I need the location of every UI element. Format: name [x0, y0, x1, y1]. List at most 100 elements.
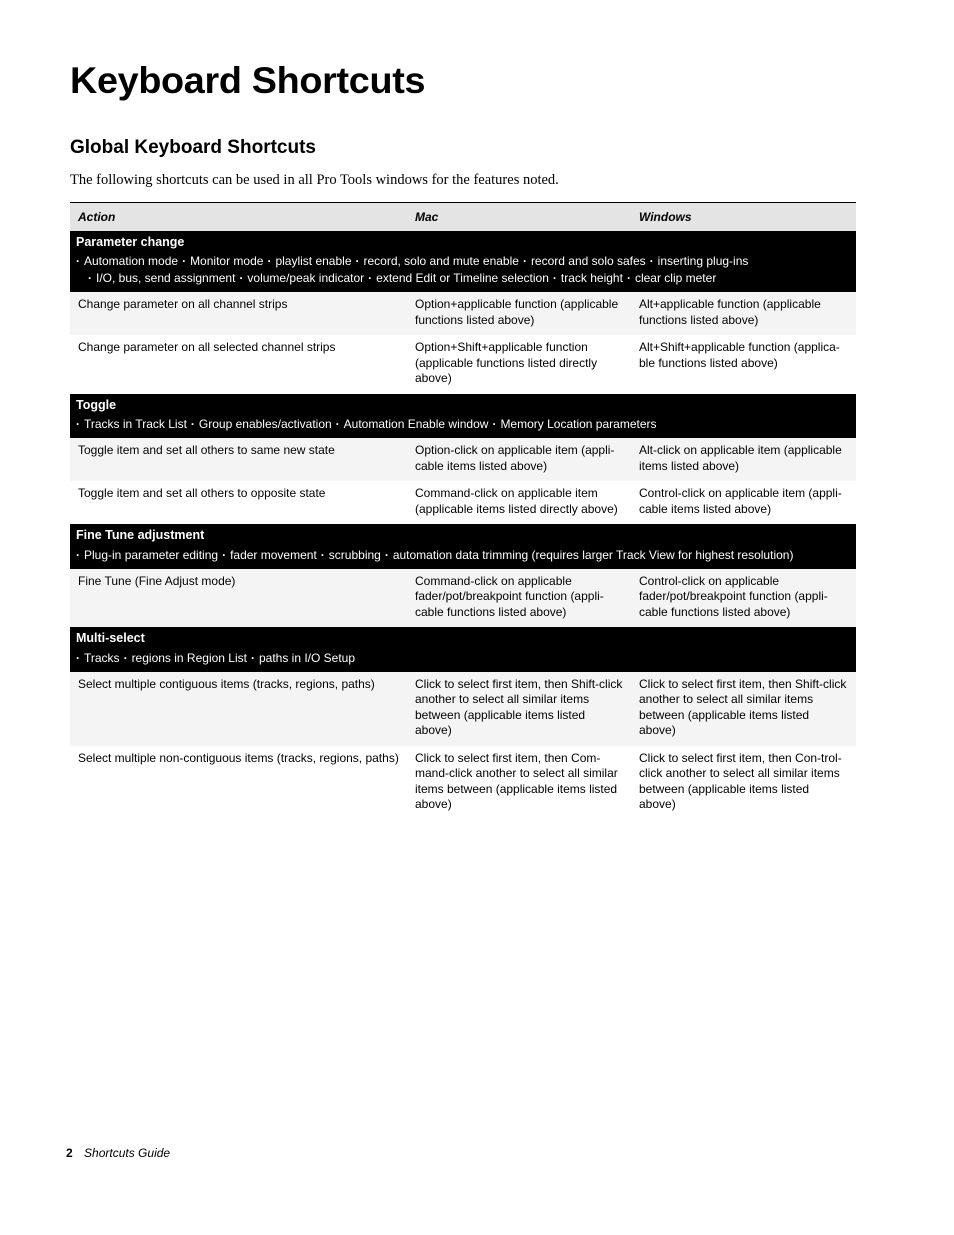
cell-action: Toggle item and set all others to same n…	[70, 438, 407, 481]
bullet-icon: ·	[88, 271, 92, 285]
table-row: Select multiple contiguous items (tracks…	[70, 671, 856, 746]
group-item: playlist enable	[275, 254, 352, 268]
cell-windows: Control-click on applicable item (appli-…	[631, 481, 856, 524]
cell-windows: Alt-click on applicable item (applicable…	[631, 438, 856, 481]
group-item: volume/peak indicator	[247, 271, 365, 285]
group-item: Tracks	[84, 650, 120, 665]
bullet-icon: ·	[384, 547, 389, 562]
cell-windows: Alt+Shift+applicable function (applica-b…	[631, 335, 856, 394]
cell-action: Fine Tune (Fine Adjust mode)	[70, 568, 407, 627]
group-item: clear clip meter	[634, 271, 717, 285]
group-title: Toggle	[76, 397, 117, 412]
group-items-line: · Plug-in parameter editing · fader movemen…	[76, 547, 850, 564]
group-title: Parameter change	[76, 234, 185, 249]
bullet-icon: ·	[76, 417, 80, 431]
group-row: Fine Tune adjustment · Plug-in parameter e…	[70, 524, 856, 569]
table-row: Toggle item and set all others to opposi…	[70, 481, 856, 524]
cell-mac: Option+applicable function (applicable f…	[407, 292, 631, 335]
cell-mac: Option+Shift+applicable function (applic…	[407, 335, 631, 394]
bullet-icon: ·	[522, 254, 527, 268]
cell-action: Select multiple non-contiguous items (tr…	[70, 745, 407, 820]
shortcuts-table: Action Mac Windows Parameter change · Auto…	[70, 202, 856, 820]
group-row: Multi-select · Tracks · regions in Region Li…	[70, 627, 856, 672]
section-title: Global Keyboard Shortcuts	[70, 137, 316, 158]
cell-mac: Command-click on applicable item (applic…	[407, 481, 631, 524]
group-item: track height	[560, 271, 623, 285]
group-item: Plug-in parameter editing	[84, 547, 219, 562]
bullet-icon: ·	[222, 547, 227, 562]
bullet-icon: ·	[123, 650, 128, 665]
cell-action: Change parameter on all channel strips	[70, 292, 407, 335]
bullet-icon: ·	[250, 650, 255, 665]
intro-text: The following shortcuts can be used in a…	[70, 172, 559, 188]
cell-action: Toggle item and set all others to opposi…	[70, 481, 407, 524]
cell-action: Select multiple contiguous items (tracks…	[70, 671, 407, 746]
cell-mac: Click to select first item, then Shift-c…	[407, 671, 631, 746]
bullet-icon: ·	[368, 271, 373, 285]
bullet-icon: ·	[355, 254, 360, 268]
group-items: · Automation mode · Monitor mode · playlist e…	[76, 253, 850, 287]
group-items-line: · Tracks in Track List · Group enables/acti…	[76, 416, 850, 433]
bullet-icon: ·	[335, 417, 340, 431]
group-item: record and solo safes	[530, 254, 646, 268]
group-items-line: · Automation mode · Monitor mode · playlist e…	[76, 253, 850, 270]
table-row: Select multiple non-contiguous items (tr…	[70, 745, 856, 820]
cell-windows: Click to select first item, then Shift-c…	[631, 671, 856, 746]
cell-windows: Control-click on applicable fader/pot/br…	[631, 568, 856, 627]
bullet-icon: ·	[492, 417, 497, 431]
bullet-icon: ·	[552, 271, 557, 285]
page-title: Keyboard Shortcuts	[70, 60, 426, 101]
bullet-icon: ·	[649, 254, 654, 268]
group-item: inserting plug-ins	[657, 254, 749, 268]
guide-name: Shortcuts Guide	[84, 1146, 171, 1160]
group-title: Fine Tune adjustment	[76, 528, 205, 542]
bullet-icon: ·	[76, 547, 80, 562]
table-row: Toggle item and set all others to same n…	[70, 438, 856, 481]
group-item: scrubbing	[328, 547, 381, 562]
bullet-icon: ·	[182, 254, 187, 268]
group-item: Automation Enable window	[343, 417, 489, 431]
bullet-icon: ·	[239, 271, 244, 285]
group-items: · Tracks · regions in Region List · paths in …	[76, 650, 850, 667]
group-items-line: · I/O, bus, send assignment · volume/peak i…	[76, 270, 850, 287]
group-item: extend Edit or Timeline selection	[376, 271, 549, 285]
cell-windows: Click to select first item, then Con-tro…	[631, 745, 856, 820]
group-items: · Plug-in parameter editing · fader movemen…	[76, 547, 850, 564]
group-item: Automation mode	[84, 254, 179, 268]
header-action: Action	[70, 202, 407, 231]
group-item: Memory Location parameters	[500, 417, 657, 431]
cell-windows: Alt+applicable function (applicable func…	[631, 292, 856, 335]
group-item: Monitor mode	[190, 254, 264, 268]
table-row: Fine Tune (Fine Adjust mode) Command-clic…	[70, 568, 856, 627]
bullet-icon: ·	[320, 547, 325, 562]
group-items: · Tracks in Track List · Group enables/acti…	[76, 416, 850, 433]
group-item: Tracks in Track List	[84, 417, 187, 431]
cell-action: Change parameter on all selected channel…	[70, 335, 407, 394]
group-item: record, solo and mute enable	[363, 254, 519, 268]
table-body: Parameter change · Automation mode · Monitor…	[70, 230, 856, 820]
group-row: Parameter change · Automation mode · Monitor…	[70, 230, 856, 292]
bullet-icon: ·	[76, 254, 80, 268]
group-items-line: · Tracks · regions in Region List · paths in …	[76, 650, 850, 667]
header-windows: Windows	[631, 202, 856, 231]
page-footer: 2 Shortcuts Guide	[66, 1146, 170, 1160]
group-item: automation data trimming (requires large…	[392, 547, 794, 562]
bullet-icon: ·	[190, 417, 195, 431]
group-row: Toggle · Tracks in Track List · Group enable…	[70, 393, 856, 438]
table-row: Change parameter on all channel strips Op…	[70, 292, 856, 335]
bullet-icon: ·	[626, 271, 631, 285]
bullet-icon: ·	[76, 650, 80, 665]
page-number: 2	[66, 1146, 73, 1160]
group-item: fader movement	[230, 547, 317, 562]
table-header: Action Mac Windows	[70, 202, 856, 231]
group-item: paths in I/O Setup	[258, 650, 356, 665]
table-row: Change parameter on all selected channel…	[70, 335, 856, 394]
cell-mac: Option-click on applicable item (appli-c…	[407, 438, 631, 481]
group-item: Group enables/activation	[198, 417, 332, 431]
cell-mac: Command-click on applicable fader/pot/br…	[407, 568, 631, 627]
group-title: Multi-select	[76, 631, 145, 645]
group-item: I/O, bus, send assignment	[96, 271, 236, 285]
cell-mac: Click to select first item, then Com-man…	[407, 745, 631, 820]
header-mac: Mac	[407, 202, 631, 231]
group-item: regions in Region List	[131, 650, 247, 665]
